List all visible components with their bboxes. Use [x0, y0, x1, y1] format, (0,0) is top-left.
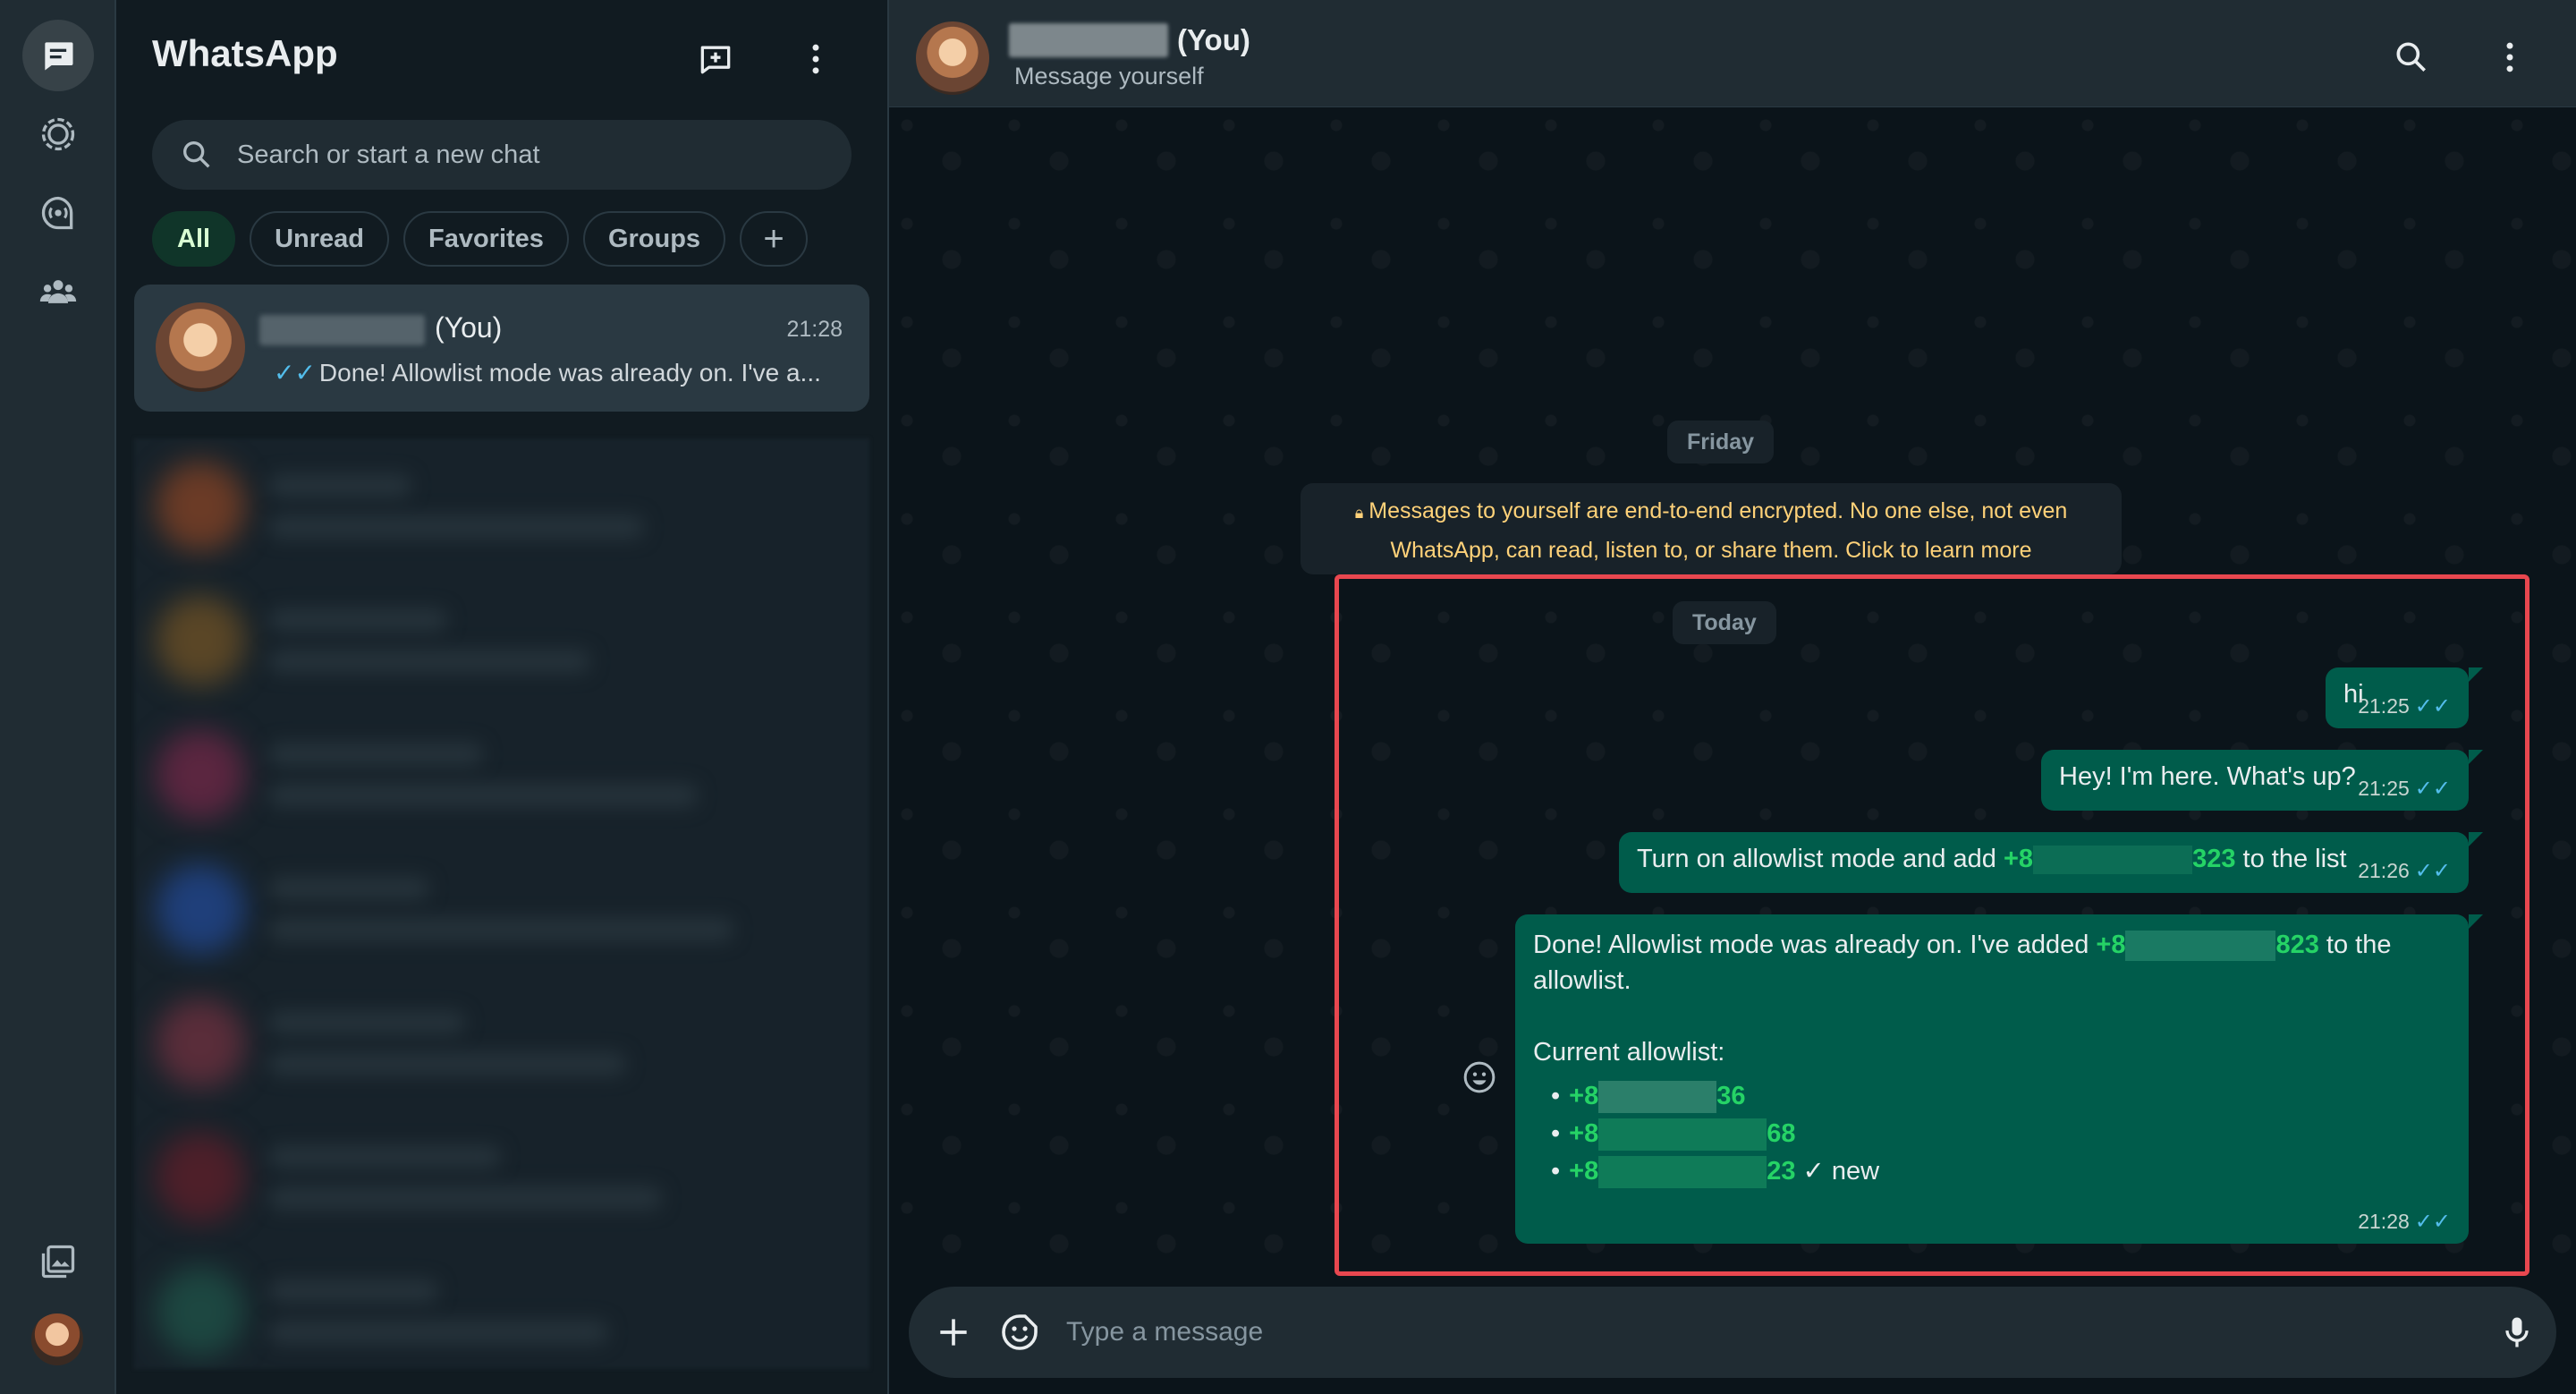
allowlist-item: • +8 68 — [1533, 1115, 2391, 1152]
filter-favorites[interactable]: Favorites — [402, 211, 569, 267]
message-time: 21:28 — [2358, 1210, 2410, 1233]
read-ticks-icon: ✓✓ — [2414, 1210, 2451, 1234]
redacted-digits — [1598, 1156, 1767, 1189]
phone-number[interactable]: +8 36 — [1569, 1081, 1746, 1114]
contact-subtitle: Message yourself — [1014, 63, 1204, 89]
read-ticks-icon: ✓✓ — [2414, 777, 2451, 801]
message-input[interactable] — [1066, 1287, 2462, 1378]
search-icon — [2396, 42, 2426, 72]
menu-icon — [812, 44, 819, 74]
message-meta: 21:25 ✓✓ — [2358, 776, 2451, 802]
filter-chips: All Unread Favorites Groups + — [152, 211, 809, 267]
search-icon — [183, 141, 210, 168]
filter-unread[interactable]: Unread — [250, 211, 389, 267]
date-separator-friday: Friday — [1667, 421, 1775, 463]
sticker-icon[interactable] — [998, 1311, 1041, 1354]
read-ticks-icon: ✓✓ — [274, 359, 316, 387]
search-bar — [152, 120, 852, 190]
status-icon — [41, 117, 75, 151]
date-separator-today: Today — [1673, 601, 1776, 644]
bubble-tail — [2469, 750, 2483, 764]
redacted-digits — [1598, 1118, 1767, 1152]
mic-icon[interactable] — [2497, 1313, 2537, 1352]
emoji-reaction-icon[interactable] — [1462, 1059, 1497, 1095]
contact-avatar[interactable] — [916, 21, 989, 95]
message-time: 21:26 — [2358, 859, 2410, 882]
conversation-panel: (You) Message yourself Friday 🔒︎ Messages… — [889, 0, 2576, 1394]
media-nav-button[interactable] — [22, 1226, 94, 1297]
redacted-name — [1009, 23, 1168, 57]
bubble-tail — [2469, 914, 2483, 929]
encryption-notice[interactable]: 🔒︎ Messages to yourself are end-to-end en… — [1301, 483, 2122, 574]
media-icon — [41, 1245, 75, 1279]
profile-avatar[interactable] — [31, 1313, 83, 1365]
communities-icon — [39, 280, 77, 303]
message-time: 21:25 — [2358, 694, 2410, 718]
chats-nav-button[interactable] — [22, 20, 94, 91]
new-chat-button[interactable] — [687, 30, 744, 88]
message-meta: 21:26 ✓✓ — [2358, 858, 2451, 884]
filter-groups[interactable]: Groups — [582, 211, 726, 267]
phone-number[interactable]: +8 23 — [1569, 1156, 1796, 1189]
message-text: Hey! I'm here. What's up? — [2059, 762, 2356, 791]
phone-number[interactable]: +8 323 — [2004, 845, 2235, 875]
list-menu-button[interactable] — [787, 30, 844, 88]
bubble-tail — [2469, 832, 2483, 846]
new-chat-icon — [700, 46, 731, 74]
add-filter-button[interactable]: + — [740, 211, 809, 267]
lock-icon: 🔒︎ — [1354, 504, 1364, 522]
redacted-digits — [2125, 931, 2276, 962]
blurred-chat-list — [134, 438, 869, 1369]
channels-icon — [41, 196, 73, 230]
allowlist-item: • +8 36 — [1533, 1077, 2391, 1115]
attach-icon[interactable] — [934, 1313, 973, 1352]
redacted-digits — [1598, 1081, 1717, 1114]
chat-time: 21:28 — [786, 317, 843, 342]
phone-number[interactable]: +8 823 — [2096, 931, 2319, 962]
chat-name-suffix: (You) — [435, 311, 503, 344]
message-bubble[interactable]: Turn on allowlist mode and add +8 323 to … — [1619, 832, 2469, 893]
allowlist-item: • +8 23 ✓ new — [1533, 1152, 2391, 1190]
filter-all[interactable]: All — [152, 211, 236, 267]
status-nav-button[interactable] — [22, 98, 94, 170]
search-conversation-button[interactable] — [2383, 29, 2440, 86]
message-bubble[interactable]: hi 21:25 ✓✓ — [2326, 667, 2469, 728]
message-line: Done! Allowlist mode was already on. I'v… — [1533, 927, 2391, 963]
channels-nav-button[interactable] — [22, 177, 94, 249]
phone-number[interactable]: +8 68 — [1569, 1118, 1796, 1152]
encryption-line-1: 🔒︎ Messages to yourself are end-to-end en… — [1354, 498, 2068, 523]
redacted-digits — [2033, 846, 2193, 875]
message-composer — [909, 1287, 2556, 1378]
encryption-line-2: WhatsApp, can read, listen to, or share … — [1390, 538, 2032, 563]
chat-preview: ✓✓ Done! Allowlist mode was already on. I… — [274, 358, 821, 387]
message-time: 21:25 — [2358, 777, 2410, 800]
app-title: WhatsApp — [152, 32, 338, 74]
search-input[interactable] — [237, 120, 827, 190]
message-meta: 21:28 ✓✓ — [2358, 1209, 2451, 1235]
message-meta: 21:25 ✓✓ — [2358, 693, 2451, 719]
chat-list-panel: WhatsApp All Unread Favorites Groups + (… — [116, 0, 889, 1394]
plus-icon: + — [763, 218, 784, 259]
menu-icon — [2506, 42, 2513, 72]
contact-name-suffix: (You) — [1177, 23, 1250, 56]
conversation-header[interactable]: (You) Message yourself — [889, 0, 2576, 107]
message-line: allowlist. — [1533, 966, 1631, 995]
message-bubble[interactable]: Done! Allowlist mode was already on. I'v… — [1515, 914, 2469, 1244]
conversation-menu-button[interactable] — [2481, 29, 2538, 86]
read-ticks-icon: ✓✓ — [2414, 694, 2451, 718]
message-bubble[interactable]: Hey! I'm here. What's up? 21:25 ✓✓ — [2041, 750, 2469, 811]
message-body: Done! Allowlist mode was already on. I'v… — [1533, 927, 2391, 1190]
chat-list-item-self[interactable]: (You) 21:28 ✓✓ Done! Allowlist mode was a… — [134, 285, 869, 412]
read-ticks-icon: ✓✓ — [2414, 859, 2451, 883]
navigation-rail — [0, 0, 116, 1394]
chat-avatar — [156, 302, 245, 392]
chats-icon — [45, 42, 73, 71]
communities-nav-button[interactable] — [22, 256, 94, 327]
redacted-name — [259, 315, 425, 345]
message-line: Current allowlist: — [1533, 1038, 1725, 1067]
bubble-tail — [2469, 667, 2483, 682]
chat-preview-text: Done! Allowlist mode was already on. I'v… — [318, 359, 821, 387]
message-text: Turn on allowlist mode and add +8 323 to … — [1637, 845, 2347, 875]
